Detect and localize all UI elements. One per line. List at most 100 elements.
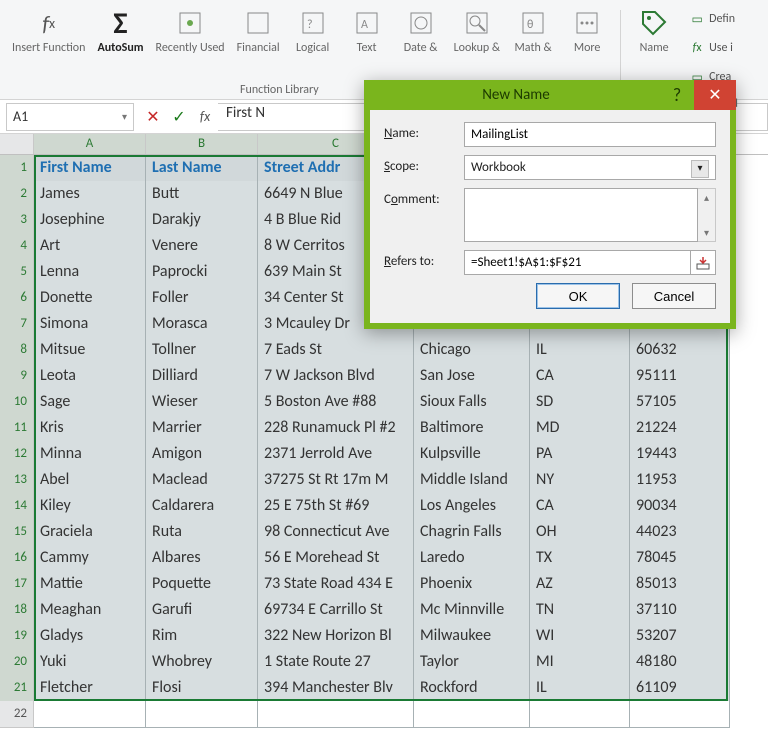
cell[interactable]: 44023 [630, 519, 730, 546]
close-button[interactable]: ✕ [694, 80, 736, 110]
cell[interactable]: Graciela [34, 519, 146, 546]
help-button[interactable]: ? [660, 80, 694, 110]
cell[interactable]: Rim [146, 623, 258, 650]
cell[interactable]: Tollner [146, 337, 258, 364]
cell[interactable]: 7 Eads St [258, 337, 414, 364]
row-header[interactable]: 8 [0, 337, 34, 364]
cell[interactable]: Ruta [146, 519, 258, 546]
row-header[interactable]: 4 [0, 233, 34, 260]
cell[interactable] [630, 701, 730, 728]
row-header[interactable]: 15 [0, 519, 34, 546]
cell[interactable]: TX [530, 545, 630, 572]
row-header[interactable]: 6 [0, 285, 34, 312]
cell[interactable]: Yuki [34, 649, 146, 676]
cell[interactable]: 19443 [630, 441, 730, 468]
cell[interactable]: Cammy [34, 545, 146, 572]
row-header[interactable]: 2 [0, 181, 34, 208]
cell[interactable]: Taylor [414, 649, 530, 676]
row-header[interactable]: 7 [0, 311, 34, 338]
name-input[interactable] [464, 122, 716, 147]
cell[interactable]: 95111 [630, 363, 730, 390]
cell[interactable] [34, 701, 146, 728]
cell[interactable]: 228 Runamuck Pl #2 [258, 415, 414, 442]
fx-label-icon[interactable]: fx [192, 108, 218, 125]
text-button[interactable]: A Text [342, 4, 392, 55]
cell[interactable]: NY [530, 467, 630, 494]
cell[interactable]: 322 New Horizon Bl [258, 623, 414, 650]
cell[interactable]: 53207 [630, 623, 730, 650]
cell[interactable]: 73 State Road 434 E [258, 571, 414, 598]
cell[interactable]: Mattie [34, 571, 146, 598]
name-manager-button[interactable]: Name [629, 4, 679, 55]
cell[interactable]: Amigon [146, 441, 258, 468]
cell[interactable]: Meaghan [34, 597, 146, 624]
cell[interactable]: Simona [34, 311, 146, 338]
cell[interactable]: 2371 Jerrold Ave [258, 441, 414, 468]
cell[interactable]: Gladys [34, 623, 146, 650]
cell[interactable]: Josephine [34, 207, 146, 234]
use-in-formula-button[interactable]: fxUse i [689, 35, 738, 61]
cell[interactable]: 48180 [630, 649, 730, 676]
row-header[interactable]: 20 [0, 649, 34, 676]
cell[interactable]: Caldarera [146, 493, 258, 520]
cell[interactable]: Sage [34, 389, 146, 416]
enter-formula-icon[interactable]: ✓ [166, 103, 192, 131]
cell[interactable]: Milwaukee [414, 623, 530, 650]
cell[interactable]: Dilliard [146, 363, 258, 390]
cell[interactable]: Marrier [146, 415, 258, 442]
date-time-button[interactable]: Date & [396, 4, 446, 55]
row-header[interactable]: 22 [0, 701, 34, 728]
cell[interactable]: 1 State Route 27 [258, 649, 414, 676]
dialog-titlebar[interactable]: New Name ? ✕ [364, 80, 736, 110]
cell[interactable]: Whobrey [146, 649, 258, 676]
cell[interactable]: Albares [146, 545, 258, 572]
cell[interactable]: CA [530, 493, 630, 520]
cell[interactable]: Maclead [146, 467, 258, 494]
cell[interactable]: Abel [34, 467, 146, 494]
financial-button[interactable]: Financial [233, 4, 284, 55]
cell[interactable]: Middle Island [414, 467, 530, 494]
autosum-button[interactable]: Σ AutoSum [93, 4, 147, 55]
row-header[interactable]: 18 [0, 597, 34, 624]
textarea-scrollbar[interactable]: ▴▾ [698, 188, 716, 242]
row-header[interactable]: 14 [0, 493, 34, 520]
cell[interactable]: Butt [146, 181, 258, 208]
cell[interactable]: Kiley [34, 493, 146, 520]
cell[interactable]: James [34, 181, 146, 208]
cell[interactable]: Art [34, 233, 146, 260]
cell[interactable]: 90034 [630, 493, 730, 520]
cell[interactable]: Foller [146, 285, 258, 312]
cell[interactable]: 11953 [630, 467, 730, 494]
cancel-button[interactable]: Cancel [632, 283, 716, 309]
cell[interactable]: Kris [34, 415, 146, 442]
select-all-corner[interactable] [0, 134, 34, 154]
row-header[interactable]: 1 [0, 155, 34, 182]
comment-textarea[interactable] [464, 188, 698, 242]
recently-used-button[interactable]: Recently Used [152, 4, 229, 55]
cell[interactable]: 56 E Morehead St [258, 545, 414, 572]
cell[interactable]: Minna [34, 441, 146, 468]
cell[interactable]: 57105 [630, 389, 730, 416]
cell[interactable]: WI [530, 623, 630, 650]
row-header[interactable]: 13 [0, 467, 34, 494]
cell[interactable]: Poquette [146, 571, 258, 598]
row-header[interactable]: 19 [0, 623, 34, 650]
cell[interactable]: PA [530, 441, 630, 468]
ok-button[interactable]: OK [536, 283, 620, 309]
cell[interactable]: AZ [530, 571, 630, 598]
cell[interactable]: Rockford [414, 675, 530, 702]
cell[interactable]: 78045 [630, 545, 730, 572]
cell[interactable]: Chagrin Falls [414, 519, 530, 546]
cell[interactable]: Fletcher [34, 675, 146, 702]
more-button[interactable]: More [562, 4, 612, 55]
cell[interactable]: Leota [34, 363, 146, 390]
column-header-B[interactable]: B [146, 134, 258, 154]
cell[interactable]: CA [530, 363, 630, 390]
cancel-formula-icon[interactable]: ✕ [140, 103, 166, 131]
name-box[interactable]: A1 [6, 103, 134, 131]
cell[interactable]: Chicago [414, 337, 530, 364]
cell[interactable]: 61109 [630, 675, 730, 702]
cell[interactable]: Sioux Falls [414, 389, 530, 416]
cell[interactable]: 7 W Jackson Blvd [258, 363, 414, 390]
cell[interactable]: Donette [34, 285, 146, 312]
